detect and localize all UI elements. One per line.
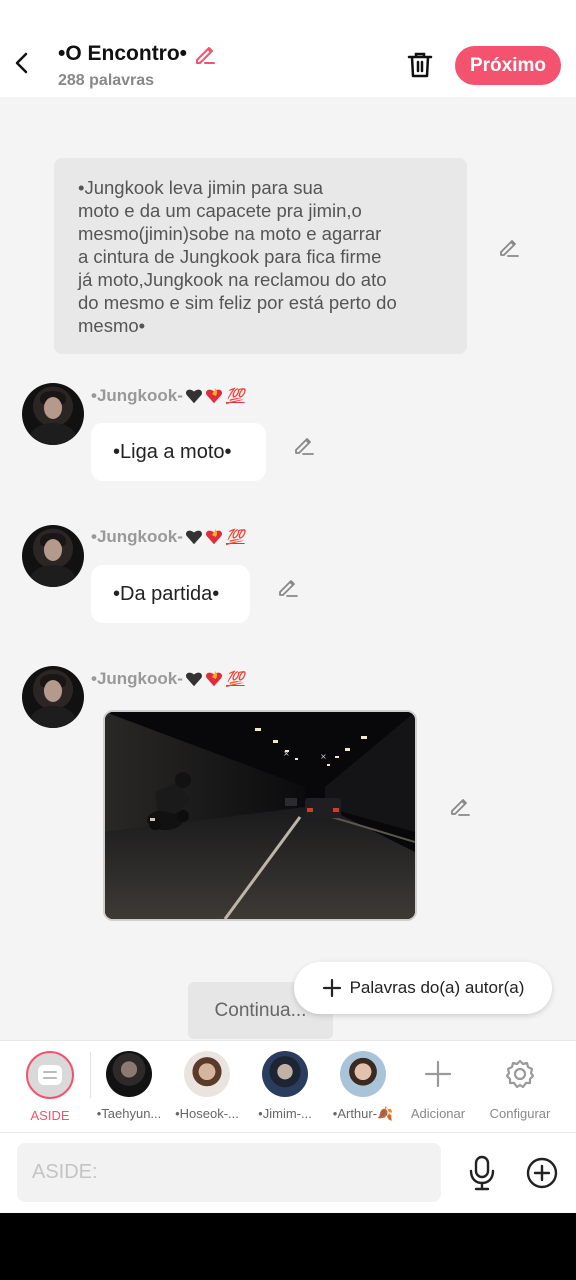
- character-arthur[interactable]: •Arthur-🍂: [326, 1051, 400, 1122]
- message-bubble[interactable]: •Da partida•: [91, 565, 250, 623]
- edit-icon[interactable]: [448, 794, 472, 818]
- system-nav-bar: [0, 1213, 576, 1280]
- speaker-label: •Jungkook-: [91, 527, 183, 546]
- character-label: •Arthur-🍂: [332, 1106, 394, 1121]
- heart-on-fire-icon: [205, 670, 222, 687]
- hundred-points-emoji: 💯: [225, 671, 245, 688]
- avatar[interactable]: [22, 666, 84, 728]
- add-label: Adicionar: [410, 1106, 466, 1121]
- edit-icon[interactable]: [497, 235, 521, 259]
- avatar: [262, 1051, 308, 1097]
- add-character-button[interactable]: Adicionar: [393, 1051, 483, 1121]
- next-button[interactable]: Próximo: [455, 46, 561, 85]
- black-heart-icon: [185, 389, 202, 404]
- hundred-points-emoji: 💯: [225, 388, 245, 405]
- chevron-left-icon: [15, 52, 28, 74]
- speaker-label: •Jungkook-: [91, 669, 183, 688]
- story-title[interactable]: •O Encontro•: [58, 42, 187, 66]
- character-hoseok[interactable]: •Hoseok-...: [170, 1051, 244, 1121]
- avatar[interactable]: [22, 383, 84, 445]
- heart-on-fire-icon: [205, 528, 222, 545]
- compose-bar: [0, 1132, 576, 1213]
- speaker-name: •Jungkook- 💯: [91, 386, 245, 406]
- svg-text:×: ×: [283, 749, 290, 758]
- black-heart-icon: [185, 672, 202, 687]
- character-label: •Hoseok-...: [175, 1106, 239, 1121]
- plus-circle-icon: [526, 1157, 558, 1189]
- edit-icon[interactable]: [276, 575, 300, 599]
- character-label: ASIDE: [30, 1108, 70, 1123]
- author-words-label: Palavras do(a) autor(a): [349, 978, 525, 997]
- character-label: •Jimim-...: [258, 1106, 312, 1121]
- avatar: [340, 1051, 386, 1097]
- settings-label: Configurar: [489, 1106, 551, 1121]
- character-jimim[interactable]: •Jimim-...: [248, 1051, 322, 1121]
- black-heart-icon: [185, 530, 202, 545]
- speaker-name: •Jungkook- 💯: [91, 527, 245, 547]
- top-bar: •O Encontro• 288 palavras Próximo: [0, 0, 576, 97]
- settings-button[interactable]: Configurar: [475, 1051, 565, 1121]
- gear-icon: [505, 1059, 535, 1089]
- delete-button[interactable]: [404, 49, 436, 81]
- character-aside[interactable]: ASIDE: [13, 1051, 87, 1123]
- attach-button[interactable]: [524, 1155, 560, 1191]
- back-button[interactable]: [10, 48, 34, 78]
- hundred-points-emoji: 💯: [225, 529, 245, 546]
- narration-bubble[interactable]: •Jungkook leva jimin para sua moto e da …: [54, 158, 467, 354]
- author-words-button[interactable]: Palavras do(a) autor(a): [294, 962, 552, 1014]
- pencil-icon[interactable]: [193, 42, 217, 66]
- avatar: [106, 1051, 152, 1097]
- edit-icon[interactable]: [292, 433, 316, 457]
- avatar: [184, 1051, 230, 1097]
- message-bubble[interactable]: •Liga a moto•: [91, 423, 266, 481]
- tunnel-scene-graphic: × ×: [105, 712, 415, 919]
- narration-icon: [38, 1065, 62, 1085]
- story-title-area: •O Encontro• 288 palavras: [58, 42, 217, 90]
- speaker-label: •Jungkook-: [91, 386, 183, 405]
- character-selector: ASIDE •Taehyun... •Hoseok-... •Jimim-...…: [0, 1040, 576, 1132]
- word-count: 288 palavras: [58, 72, 155, 89]
- avatar[interactable]: [22, 525, 84, 587]
- divider: [90, 1052, 91, 1098]
- svg-text:×: ×: [320, 752, 327, 761]
- motorcycle-tunnel-image[interactable]: × ×: [103, 710, 417, 921]
- voice-button[interactable]: [466, 1155, 498, 1191]
- trash-icon: [407, 52, 433, 78]
- microphone-icon: [469, 1155, 495, 1191]
- message-input[interactable]: [17, 1143, 441, 1202]
- aside-avatar: [26, 1051, 74, 1099]
- plus-icon: [424, 1060, 452, 1088]
- speaker-name: •Jungkook- 💯: [91, 669, 245, 689]
- character-taehyun[interactable]: •Taehyun...: [92, 1051, 166, 1121]
- character-label: •Taehyun...: [96, 1106, 162, 1121]
- heart-on-fire-icon: [205, 387, 222, 404]
- plus-icon: [322, 978, 341, 998]
